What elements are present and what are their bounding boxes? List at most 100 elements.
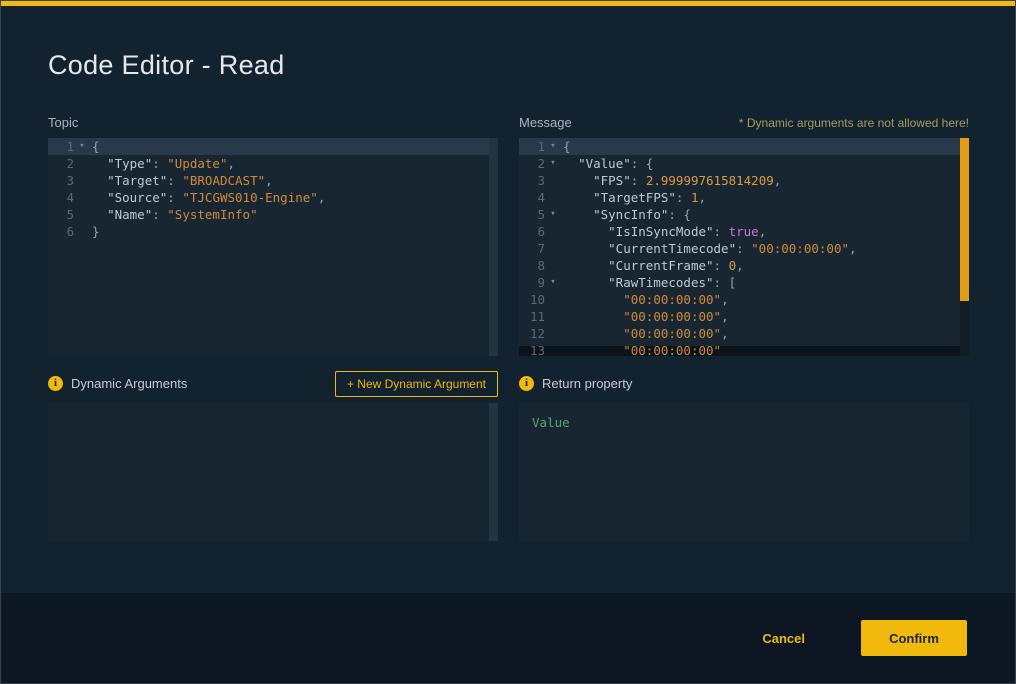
code-text: "Type": "Update", [92,155,235,172]
code-line[interactable]: 1▾{ [519,138,969,155]
dynamic-arguments-scrollbar-thumb[interactable] [489,403,498,541]
fold-chevron-icon[interactable]: ▾ [545,138,561,155]
code-text: "Target": "BROADCAST", [92,172,273,189]
code-text: "00:00:00:00", [563,291,729,308]
code-text: "TargetFPS": 1, [563,189,706,206]
code-line[interactable]: 12 "00:00:00:00", [519,325,969,342]
code-text: "00:00:00:00", [563,308,729,325]
line-gutter: 1▾ [519,138,563,155]
code-text: "Value": { [563,155,653,172]
line-number: 11 [519,308,545,325]
message-code-editor[interactable]: 1▾{2▾ "Value": {3 "FPS": 2.9999976158142… [519,138,969,356]
line-number: 12 [519,325,545,342]
new-dynamic-argument-button[interactable]: + New Dynamic Argument [335,371,498,397]
page-title: Code Editor - Read [48,50,1015,81]
line-number: 1 [48,138,74,155]
line-number: 9 [519,274,545,291]
code-line[interactable]: 2▾ "Value": { [519,155,969,172]
line-gutter: 3 [48,172,92,189]
code-text: "IsInSyncMode": true, [563,223,766,240]
fold-chevron-icon[interactable]: ▾ [545,155,561,172]
line-number: 2 [48,155,74,172]
code-line[interactable]: 6} [48,223,498,240]
fold-chevron-icon[interactable]: ▾ [545,274,561,291]
line-number: 10 [519,291,545,308]
top-accent-bar [1,1,1015,6]
line-gutter: 6 [48,223,92,240]
line-number: 8 [519,257,545,274]
line-gutter: 6 [519,223,563,240]
dynamic-arguments-scrollbar[interactable] [489,403,498,541]
line-number: 4 [48,189,74,206]
topic-scrollbar-thumb[interactable] [489,138,498,356]
code-line[interactable]: 3 "FPS": 2.999997615814209, [519,172,969,189]
code-line[interactable]: 7 "CurrentTimecode": "00:00:00:00", [519,240,969,257]
message-header: Message * Dynamic arguments are not allo… [519,115,969,135]
return-property-header: i Return property [519,370,969,397]
cancel-button[interactable]: Cancel [756,630,811,647]
code-line[interactable]: 3 "Target": "BROADCAST", [48,172,498,189]
code-line[interactable]: 5 "Name": "SystemInfo" [48,206,498,223]
dynamic-arguments-panel[interactable] [48,403,498,541]
line-gutter: 3 [519,172,563,189]
line-number: 3 [519,172,545,189]
dynamic-args-not-allowed-note: * Dynamic arguments are not allowed here… [739,116,969,130]
line-gutter: 5▾ [519,206,563,223]
code-text: { [92,138,100,155]
code-line[interactable]: 4 "TargetFPS": 1, [519,189,969,206]
line-number: 7 [519,240,545,257]
return-property-panel[interactable]: Value [519,403,969,541]
line-gutter: 8 [519,257,563,274]
code-line[interactable]: 8 "CurrentFrame": 0, [519,257,969,274]
message-scrollbar[interactable] [960,138,969,356]
code-line[interactable]: 5▾ "SyncInfo": { [519,206,969,223]
code-text: "CurrentTimecode": "00:00:00:00", [563,240,857,257]
line-gutter: 5 [48,206,92,223]
dynamic-arguments-section: i Dynamic Arguments + New Dynamic Argume… [48,370,498,541]
topic-scrollbar[interactable] [489,138,498,356]
return-property-section: i Return property Value [519,370,969,541]
code-line[interactable]: 11 "00:00:00:00", [519,308,969,325]
line-number: 5 [519,206,545,223]
line-gutter: 7 [519,240,563,257]
code-line[interactable]: 2 "Type": "Update", [48,155,498,172]
code-text: "SyncInfo": { [563,206,691,223]
code-line[interactable]: 9▾ "RawTimecodes": [ [519,274,969,291]
code-line[interactable]: 10 "00:00:00:00", [519,291,969,308]
code-line[interactable]: 4 "Source": "TJCGWS010-Engine", [48,189,498,206]
code-text: "CurrentFrame": 0, [563,257,744,274]
info-icon: i [519,376,534,391]
line-gutter: 1▾ [48,138,92,155]
lower-panels-row: i Dynamic Arguments + New Dynamic Argume… [1,370,1015,541]
line-gutter: 12 [519,325,563,342]
footer-bar: Cancel Confirm [1,593,1015,683]
code-text: "00:00:00:00", [563,325,729,342]
code-line[interactable]: 1▾{ [48,138,498,155]
line-gutter: 2▾ [519,155,563,172]
code-text: "RawTimecodes": [ [563,274,736,291]
code-text: { [563,138,571,155]
line-gutter: 9▾ [519,274,563,291]
topic-label: Topic [48,115,78,130]
confirm-button[interactable]: Confirm [861,620,967,656]
line-number: 4 [519,189,545,206]
topic-section: Topic 1▾{2 "Type": "Update",3 "Target": … [48,115,498,356]
line-number: 2 [519,155,545,172]
code-text: "Source": "TJCGWS010-Engine", [92,189,325,206]
code-text: "00:00:00:00" [563,342,721,356]
fold-chevron-icon[interactable]: ▾ [545,206,561,223]
dynamic-arguments-label: Dynamic Arguments [71,376,187,391]
line-number: 1 [519,138,545,155]
return-property-label: Return property [542,376,632,391]
code-line[interactable]: 13 "00:00:00:00" [519,342,969,356]
line-gutter: 4 [48,189,92,206]
editors-row: Topic 1▾{2 "Type": "Update",3 "Target": … [1,115,1015,356]
line-gutter: 13 [519,342,563,356]
code-line[interactable]: 6 "IsInSyncMode": true, [519,223,969,240]
line-gutter: 10 [519,291,563,308]
topic-code-editor[interactable]: 1▾{2 "Type": "Update",3 "Target": "BROAD… [48,138,498,356]
fold-chevron-icon[interactable]: ▾ [74,138,90,155]
message-section: Message * Dynamic arguments are not allo… [519,115,969,356]
message-scrollbar-thumb[interactable] [960,138,969,301]
info-icon: i [48,376,63,391]
